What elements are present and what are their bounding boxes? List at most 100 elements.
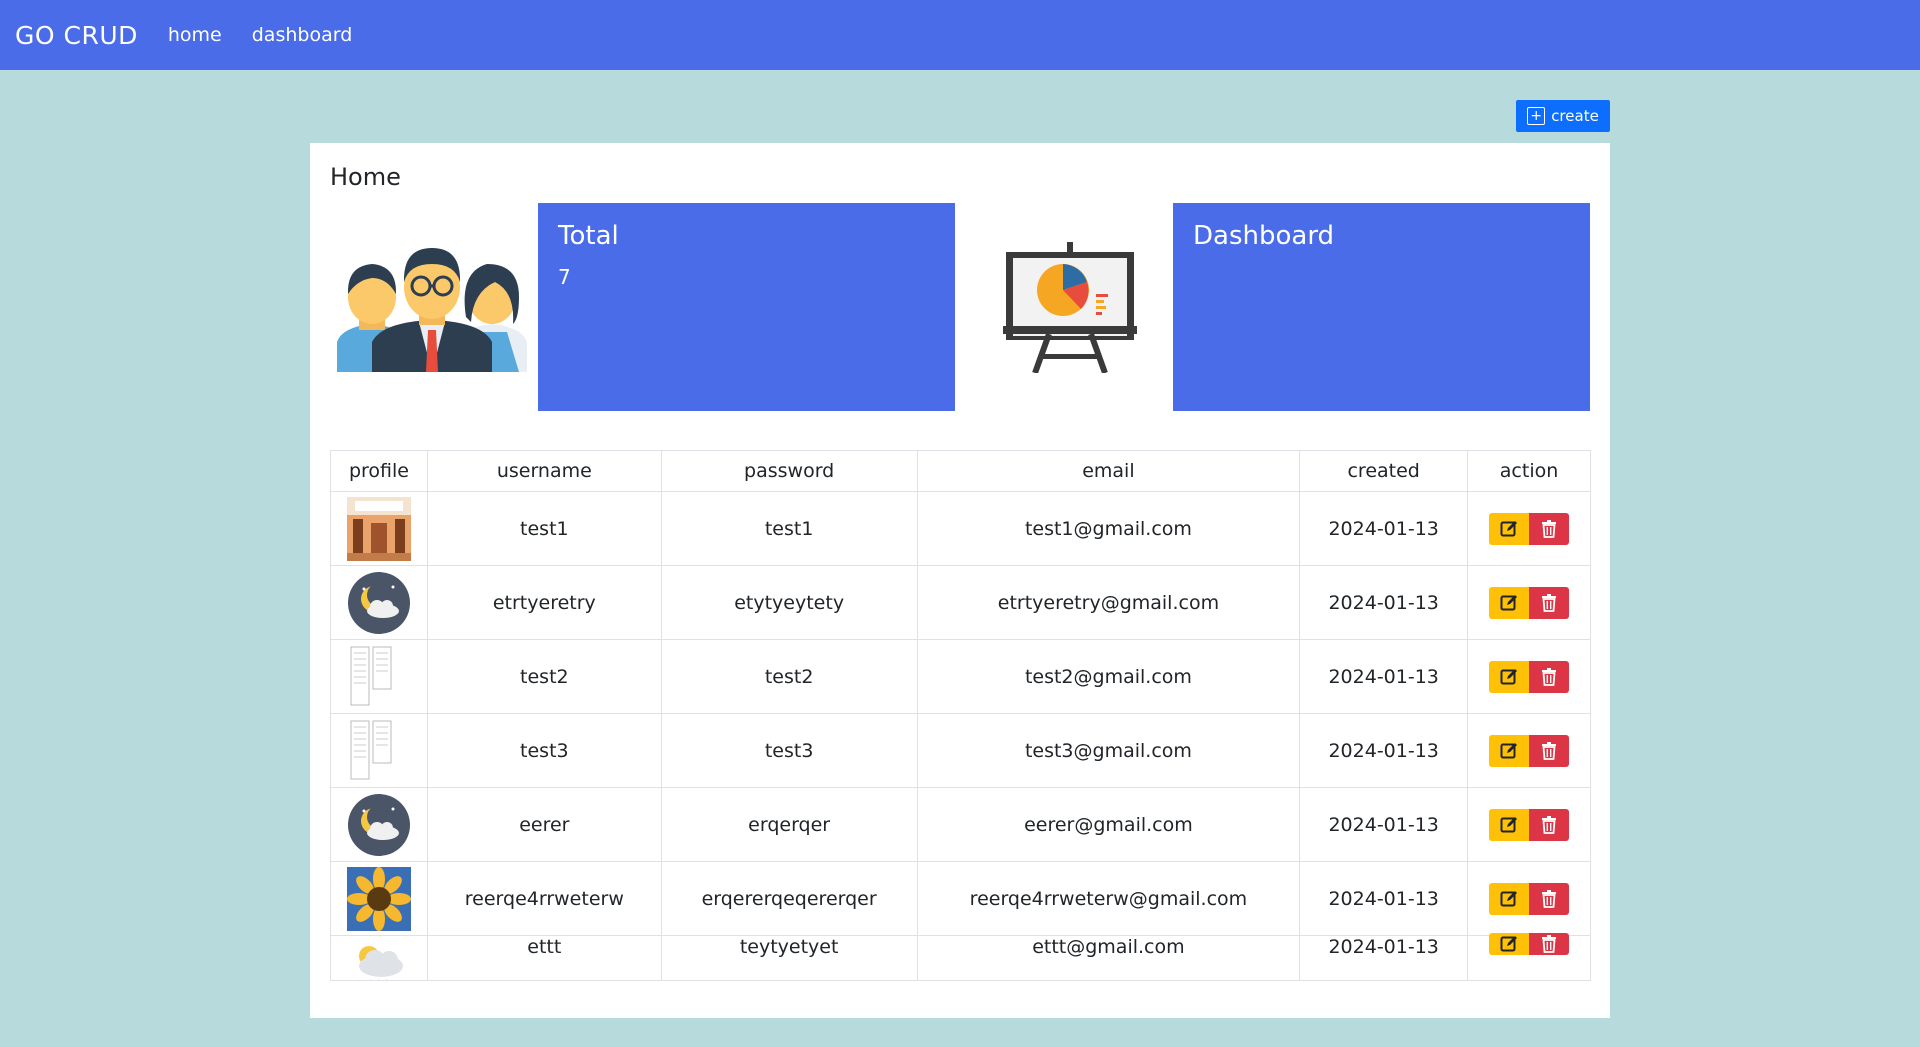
username-cell: ettt — [426, 935, 662, 981]
email-cell: test3@gmail.com — [916, 713, 1301, 788]
trash-icon — [1542, 593, 1557, 612]
navbar: GO CRUD home dashboard — [0, 0, 1920, 70]
edit-button[interactable] — [1489, 586, 1530, 619]
profile-cell — [330, 639, 428, 714]
avatar-image — [346, 866, 411, 931]
username-cell: test1 — [426, 491, 662, 566]
action-group — [1489, 933, 1570, 955]
email-cell: eerer@gmail.com — [916, 787, 1301, 862]
dashboard-tile[interactable]: Dashboard — [1173, 203, 1590, 411]
created-cell: 2024-01-13 — [1299, 935, 1469, 981]
column-header-action: action — [1467, 450, 1591, 492]
table-row: etrtyeretry etytyeytety etrtyeretry@gmai… — [330, 565, 1591, 640]
avatar-image — [346, 718, 411, 783]
created-cell: 2024-01-13 — [1299, 787, 1469, 862]
action-cell — [1467, 861, 1591, 936]
column-header-created: created — [1299, 450, 1469, 492]
action-group — [1489, 808, 1570, 841]
delete-button[interactable] — [1529, 933, 1570, 955]
table-row: eerer erqerqer eerer@gmail.com 2024-01-1… — [330, 787, 1591, 862]
email-cell: test2@gmail.com — [916, 639, 1301, 714]
total-tile-value: 7 — [558, 265, 571, 289]
email-cell: ettt@gmail.com — [916, 935, 1301, 981]
profile-cell — [330, 861, 428, 936]
profile-cell — [330, 565, 428, 640]
created-cell: 2024-01-13 — [1299, 491, 1469, 566]
action-cell — [1467, 787, 1591, 862]
edit-icon — [1500, 890, 1518, 906]
delete-button[interactable] — [1529, 586, 1570, 619]
table-row: test1 test1 test1@gmail.com 2024-01-13 — [330, 491, 1591, 566]
action-group — [1489, 734, 1570, 767]
trash-icon — [1542, 667, 1557, 686]
action-cell — [1467, 933, 1591, 981]
team-people-icon — [337, 248, 527, 372]
column-header-email: email — [916, 450, 1301, 492]
avatar-wrap — [331, 866, 427, 931]
avatar-wrap — [331, 644, 427, 709]
trash-icon — [1542, 741, 1557, 760]
table-header-row: profile username password email created … — [330, 450, 1591, 492]
edit-button[interactable] — [1489, 734, 1530, 767]
column-header-username: username — [426, 450, 662, 492]
column-header-profile: profile — [330, 450, 428, 492]
password-cell: etytyeytety — [660, 565, 918, 640]
avatar-wrap — [331, 571, 427, 635]
edit-button[interactable] — [1489, 512, 1530, 545]
edit-button[interactable] — [1489, 808, 1530, 841]
table-row: reerqe4rrweterw erqererqeqererqer reerqe… — [330, 861, 1591, 936]
username-cell: eerer — [426, 787, 662, 862]
username-cell: etrtyeretry — [426, 565, 662, 640]
username-cell: test2 — [426, 639, 662, 714]
password-cell: teytyetyet — [660, 935, 918, 981]
avatar-wrap — [331, 936, 427, 980]
edit-icon — [1500, 520, 1518, 536]
delete-button[interactable] — [1529, 660, 1570, 693]
action-cell — [1467, 491, 1591, 566]
profile-cell — [330, 713, 428, 788]
moon-cloud-icon — [347, 793, 410, 856]
avatar-wrap — [331, 793, 427, 857]
nav-link-dashboard[interactable]: dashboard — [252, 24, 353, 46]
profile-cell — [330, 935, 428, 981]
avatar-image — [346, 496, 411, 561]
create-button-label: create — [1551, 107, 1599, 125]
avatar-wrap — [331, 718, 427, 783]
action-group — [1489, 512, 1570, 545]
total-tile[interactable]: Total 7 — [538, 203, 955, 411]
created-cell: 2024-01-13 — [1299, 639, 1469, 714]
edit-button[interactable] — [1489, 933, 1530, 955]
delete-button[interactable] — [1529, 734, 1570, 767]
table-row: test3 test3 test3@gmail.com 2024-01-13 — [330, 713, 1591, 788]
delete-button[interactable] — [1529, 808, 1570, 841]
profile-cell — [330, 491, 428, 566]
edit-icon — [1500, 594, 1518, 610]
nav-link-home[interactable]: home — [168, 24, 222, 46]
edit-button[interactable] — [1489, 660, 1530, 693]
create-button[interactable]: + create — [1516, 100, 1610, 132]
created-cell: 2024-01-13 — [1299, 565, 1469, 640]
password-cell: test1 — [660, 491, 918, 566]
delete-button[interactable] — [1529, 512, 1570, 545]
avatar-image — [346, 644, 411, 709]
table-row: ettt teytyetyet ettt@gmail.com 2024-01-1… — [330, 933, 1591, 981]
trash-icon — [1542, 519, 1557, 538]
edit-icon — [1500, 742, 1518, 758]
avatar-wrap — [331, 496, 427, 561]
trash-icon — [1542, 935, 1557, 953]
brand-logo[interactable]: GO CRUD — [15, 21, 138, 50]
moon-cloud-icon — [347, 571, 410, 634]
created-cell: 2024-01-13 — [1299, 861, 1469, 936]
email-cell: etrtyeretry@gmail.com — [916, 565, 1301, 640]
password-cell: erqerqer — [660, 787, 918, 862]
page-title: Home — [330, 163, 401, 191]
table-row: test2 test2 test2@gmail.com 2024-01-13 — [330, 639, 1591, 714]
username-cell: reerqe4rrweterw — [426, 861, 662, 936]
delete-button[interactable] — [1529, 882, 1570, 915]
edit-icon — [1500, 816, 1518, 832]
edit-button[interactable] — [1489, 882, 1530, 915]
username-cell: test3 — [426, 713, 662, 788]
action-cell — [1467, 565, 1591, 640]
action-group — [1489, 660, 1570, 693]
password-cell: erqererqeqererqer — [660, 861, 918, 936]
